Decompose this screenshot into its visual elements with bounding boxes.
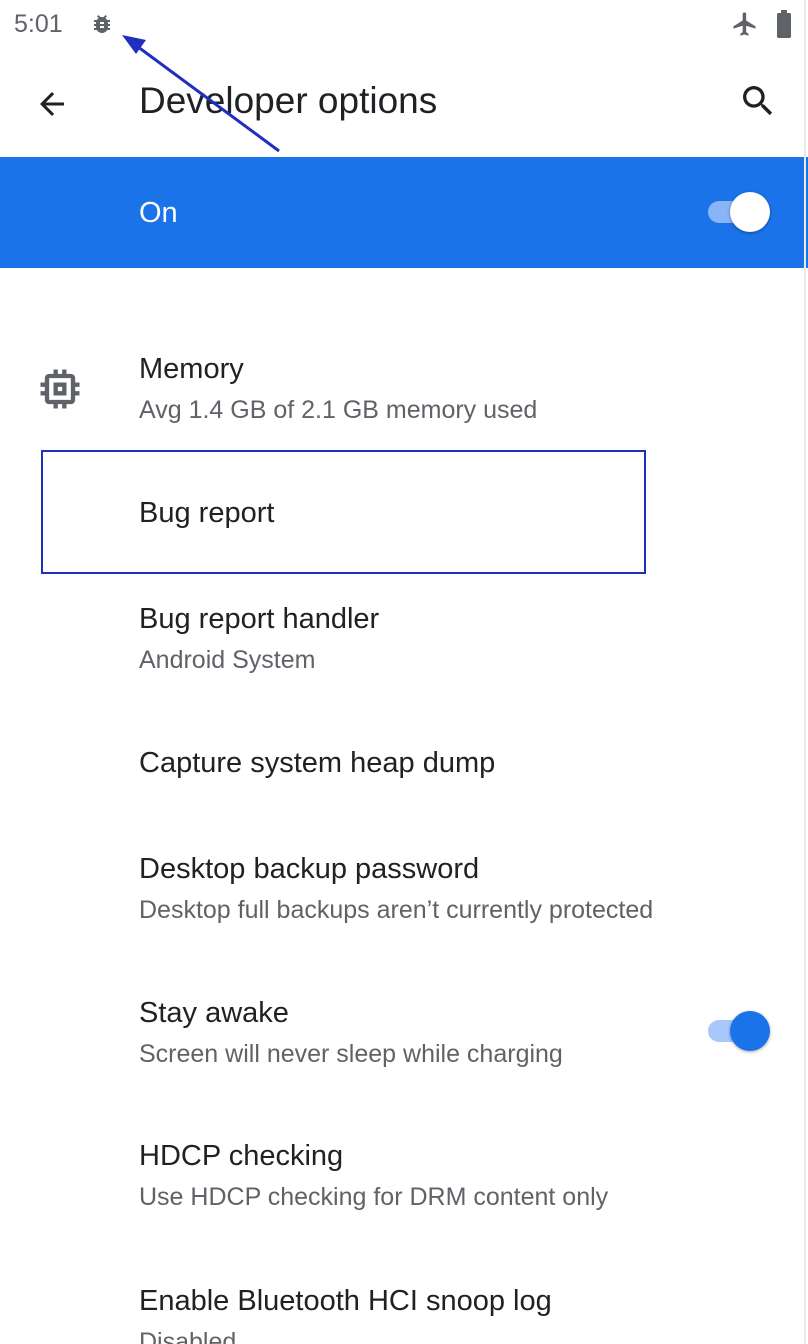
pref-title: Memory	[139, 353, 244, 385]
back-button[interactable]	[28, 82, 76, 130]
edge-divider	[804, 0, 806, 1344]
pref-title: Stay awake	[139, 997, 289, 1029]
memory-chip-icon	[34, 363, 86, 415]
switch-thumb	[730, 1011, 770, 1051]
master-switch-label: On	[139, 197, 178, 229]
pref-bug-report-handler[interactable]: Bug report handler Android System	[0, 580, 808, 698]
status-bar: 5:01	[0, 0, 808, 52]
pref-title: Enable Bluetooth HCI snoop log	[139, 1285, 552, 1317]
arrow-back-icon	[34, 86, 70, 127]
search-icon	[738, 81, 778, 126]
pref-summary: Android System	[139, 646, 316, 674]
stay-awake-toggle-switch[interactable]	[706, 1011, 770, 1051]
search-button[interactable]	[734, 79, 782, 127]
pref-summary: Desktop full backups aren’t currently pr…	[139, 896, 654, 924]
pref-summary: Screen will never sleep while charging	[139, 1040, 563, 1068]
bug-icon	[90, 11, 114, 37]
pref-title: Bug report handler	[139, 603, 380, 635]
master-toggle-switch[interactable]	[706, 192, 770, 232]
master-switch-bar[interactable]: On	[0, 157, 808, 268]
app-bar: Developer options	[0, 52, 808, 157]
pref-summary: Disabled	[139, 1328, 237, 1344]
pref-summary: Avg 1.4 GB of 2.1 GB memory used	[139, 396, 538, 424]
pref-title: HDCP checking	[139, 1140, 344, 1172]
page-title: Developer options	[139, 80, 438, 121]
pref-bluetooth-hci-snoop-log[interactable]: Enable Bluetooth HCI snoop log Disabled	[0, 1262, 808, 1344]
pref-desktop-backup-password[interactable]: Desktop backup password Desktop full bac…	[0, 830, 808, 948]
pref-summary: Use HDCP checking for DRM content only	[139, 1183, 609, 1211]
switch-thumb	[730, 192, 770, 232]
pref-capture-heap-dump[interactable]: Capture system heap dump	[0, 720, 808, 820]
pref-stay-awake[interactable]: Stay awake Screen will never sleep while…	[0, 974, 808, 1092]
pref-title: Desktop backup password	[139, 853, 480, 885]
airplane-mode-icon	[731, 10, 759, 38]
pref-memory[interactable]: Memory Avg 1.4 GB of 2.1 GB memory used	[0, 330, 808, 440]
pref-title: Bug report	[139, 497, 275, 529]
pref-bug-report[interactable]: Bug report	[0, 450, 808, 574]
pref-title: Capture system heap dump	[139, 747, 496, 779]
battery-icon	[776, 10, 792, 38]
pref-hdcp-checking[interactable]: HDCP checking Use HDCP checking for DRM …	[0, 1117, 808, 1235]
status-time: 5:01	[14, 10, 63, 38]
